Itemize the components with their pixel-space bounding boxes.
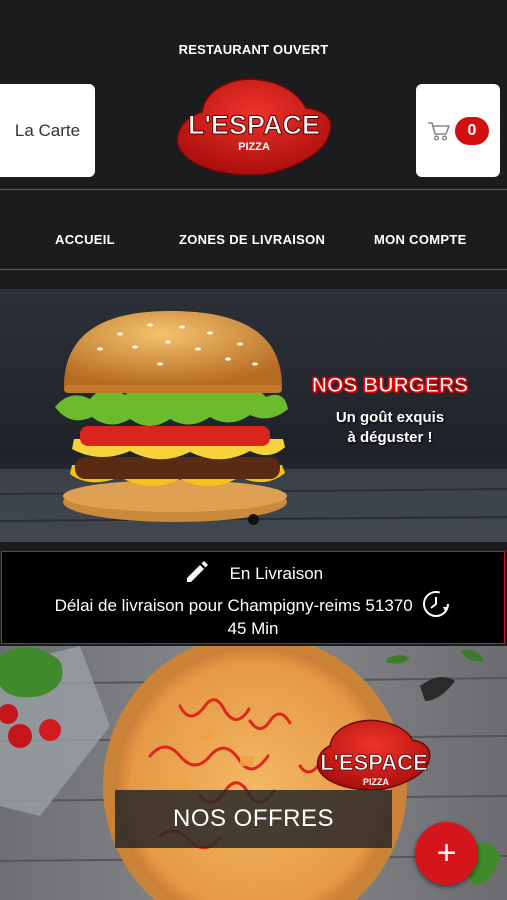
menu-button[interactable]: La Carte [0,84,95,177]
offers-logo-text: L'ESPACE [320,750,428,775]
delivery-mode-row: En Livraison [2,558,504,584]
logo-subtext: PIZZA [238,141,270,153]
add-button[interactable]: + [415,822,478,885]
hero-subtitle-line-1: Un goût exquis [335,409,445,426]
hero-subtitle: Un goût exquis à déguster ! [305,408,475,448]
clock-icon [423,591,450,617]
cart-icon [428,121,450,141]
delivery-info-panel[interactable]: En Livraison Délai de livraison pour Cha… [1,551,505,644]
cart-button[interactable]: 0 [416,84,500,177]
delivery-delay-row: Délai de livraison pour Champigny-reims … [2,589,504,619]
divider [0,269,507,270]
logo[interactable]: L'ESPACE PIZZA [172,74,336,178]
nav-item-zones-de-livraison[interactable]: ZONES DE LIVRAISON [179,232,325,247]
offers-logo-subtext: PIZZA [363,777,389,787]
menu-button-label: La Carte [14,120,81,140]
delivery-delay-label: Délai de livraison pour Champigny-reims … [54,596,413,615]
nav-item-accueil[interactable]: ACCUEIL [55,232,115,247]
hero-subtitle-line-2: à déguster ! [347,429,433,446]
cart-count-badge: 0 [455,116,489,145]
divider [0,189,507,190]
logo-text: L'ESPACE [188,110,320,140]
pencil-icon [186,561,208,582]
carousel-indicator[interactable] [248,514,259,525]
delivery-delay-value: 45 Min [227,619,279,638]
nav-item-mon-compte[interactable]: MON COMPTE [374,232,467,247]
main-nav: ACCUEIL ZONES DE LIVRAISON MON COMPTE [0,232,507,252]
hero-title: NOS BURGERS [311,374,469,398]
plus-icon: + [436,834,457,872]
offers-label[interactable]: NOS OFFRES [115,790,392,848]
delivery-mode: En Livraison [229,564,324,583]
restaurant-status: RESTAURANT OUVERT [178,42,329,57]
